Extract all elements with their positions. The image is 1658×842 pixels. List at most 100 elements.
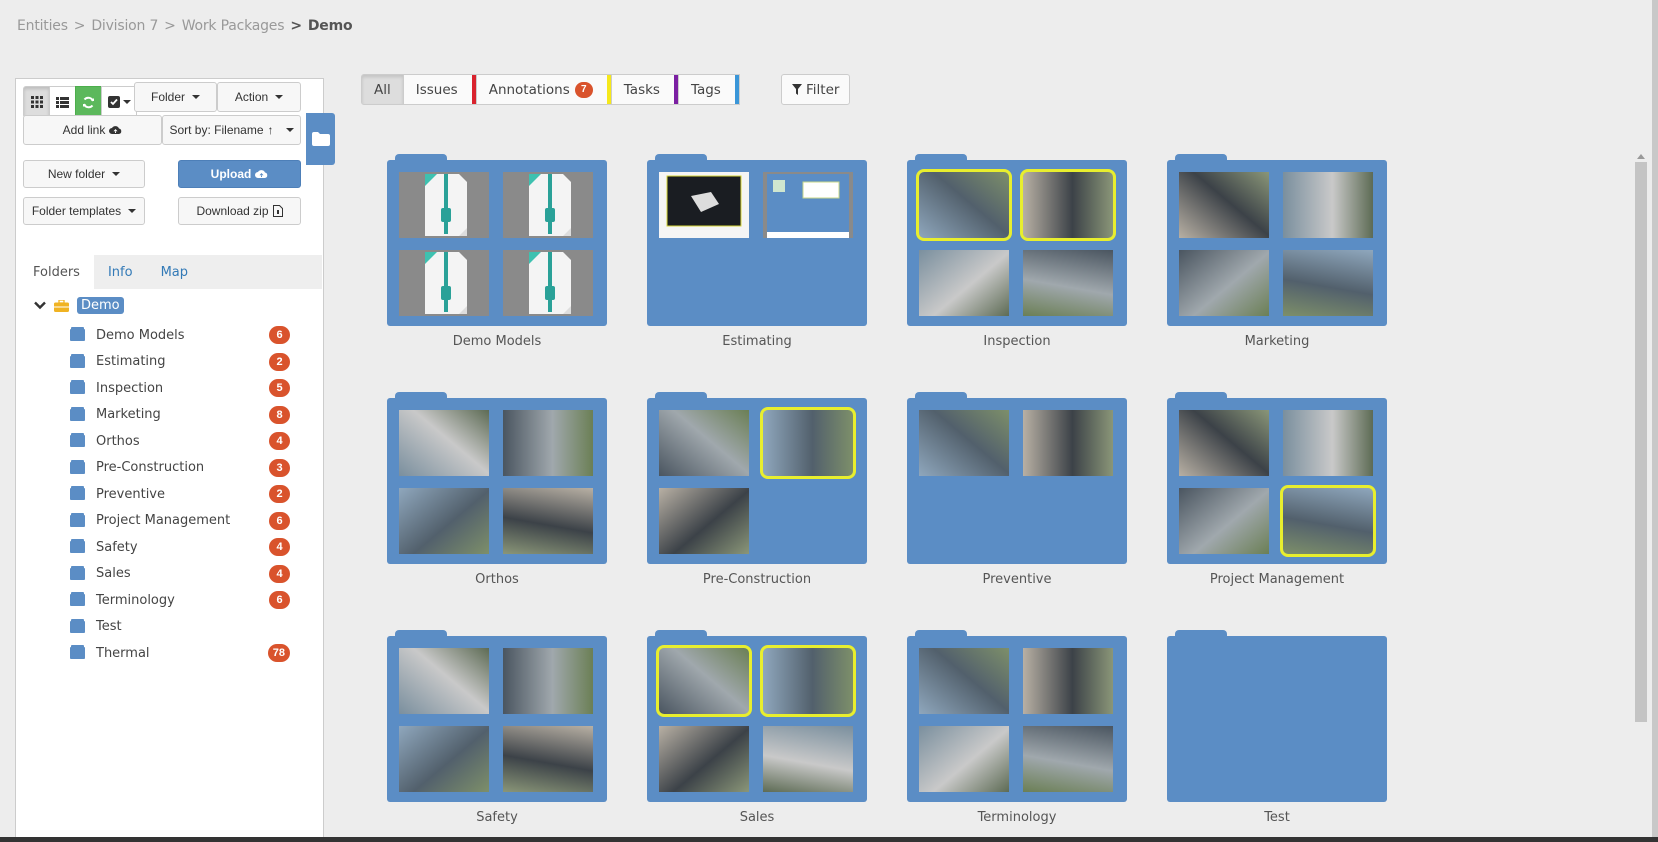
- file-thumbnail[interactable]: [916, 169, 1012, 241]
- tree-item[interactable]: Safety 4: [70, 535, 290, 559]
- file-thumbnail[interactable]: [399, 250, 489, 316]
- file-thumbnail[interactable]: [760, 645, 856, 717]
- file-thumbnail[interactable]: [503, 488, 593, 554]
- folder-card[interactable]: Demo Models: [387, 154, 607, 349]
- file-thumbnail[interactable]: [1280, 485, 1376, 557]
- folder-card[interactable]: Marketing: [1167, 154, 1387, 349]
- cloud-upload-icon: [109, 126, 122, 134]
- file-thumbnail[interactable]: [763, 726, 853, 792]
- tree-item[interactable]: Thermal 78: [70, 641, 290, 665]
- count-badge: 4: [269, 538, 290, 556]
- file-thumbnail[interactable]: [1179, 250, 1269, 316]
- folder-card[interactable]: Preventive: [907, 392, 1127, 587]
- file-thumbnail[interactable]: [399, 410, 489, 476]
- file-thumbnail[interactable]: [1283, 172, 1373, 238]
- action-dropdown-button[interactable]: Action: [217, 82, 301, 112]
- file-thumbnail[interactable]: [399, 488, 489, 554]
- file-thumbnail[interactable]: [1179, 172, 1269, 238]
- upload-button[interactable]: Upload: [178, 160, 301, 188]
- tree-item[interactable]: Pre-Construction 3: [70, 456, 290, 480]
- folder-dropdown-button[interactable]: Folder: [134, 82, 217, 112]
- scrollbar-thumb[interactable]: [1635, 162, 1647, 722]
- file-thumbnail[interactable]: [503, 410, 593, 476]
- breadcrumb-entities[interactable]: Entities: [17, 18, 68, 34]
- filter-tab-tags[interactable]: Tags: [677, 74, 740, 105]
- breadcrumb-work-packages[interactable]: Work Packages: [182, 18, 285, 34]
- folder-card[interactable]: Inspection: [907, 154, 1127, 349]
- folder-icon: [70, 539, 85, 553]
- file-thumbnail[interactable]: [1179, 410, 1269, 476]
- file-thumbnail[interactable]: [1023, 726, 1113, 792]
- folder-card[interactable]: Estimating: [647, 154, 867, 349]
- tree-root[interactable]: Demo: [34, 297, 124, 314]
- filter-button[interactable]: Filter: [781, 74, 851, 105]
- folder-card[interactable]: Safety: [387, 630, 607, 825]
- folder-card[interactable]: Terminology: [907, 630, 1127, 825]
- tree-item[interactable]: Inspection 5: [70, 376, 290, 400]
- file-thumbnail[interactable]: [659, 726, 749, 792]
- tree-item[interactable]: Demo Models 6: [70, 323, 290, 347]
- grid-view-button[interactable]: [23, 86, 50, 118]
- file-thumbnail[interactable]: [503, 250, 593, 316]
- tab-folders[interactable]: Folders: [19, 255, 94, 289]
- file-thumbnail[interactable]: [763, 172, 853, 238]
- file-thumbnail[interactable]: [760, 407, 856, 479]
- file-thumbnail[interactable]: [659, 488, 749, 554]
- folder-card[interactable]: Test: [1167, 630, 1387, 825]
- file-thumbnail[interactable]: [659, 410, 749, 476]
- tree-item[interactable]: Terminology 6: [70, 588, 290, 612]
- add-link-button[interactable]: Add link: [23, 115, 162, 145]
- folder-card[interactable]: Sales: [647, 630, 867, 825]
- file-thumbnail[interactable]: [503, 726, 593, 792]
- file-thumbnail[interactable]: [919, 648, 1009, 714]
- folder-card[interactable]: Orthos: [387, 392, 607, 587]
- filter-tab-issues[interactable]: Issues: [402, 74, 477, 105]
- new-folder-button[interactable]: New folder: [23, 160, 145, 188]
- sort-dropdown-button[interactable]: Sort by: Filename ↑: [162, 115, 301, 145]
- filter-tab-tasks[interactable]: Tasks: [610, 74, 679, 105]
- file-thumbnail[interactable]: [1023, 648, 1113, 714]
- main-scrollbar[interactable]: [1634, 150, 1648, 842]
- tree-item[interactable]: Estimating 2: [70, 350, 290, 374]
- folder-card[interactable]: Project Management: [1167, 392, 1387, 587]
- tree-item[interactable]: Marketing 8: [70, 403, 290, 427]
- tree-item[interactable]: Preventive 2: [70, 482, 290, 506]
- folder-templates-button[interactable]: Folder templates: [23, 197, 145, 225]
- folder-card[interactable]: Pre-Construction: [647, 392, 867, 587]
- tree-item[interactable]: Test: [70, 615, 290, 639]
- file-thumbnail[interactable]: [1283, 410, 1373, 476]
- chevron-down-icon[interactable]: [34, 301, 46, 310]
- file-thumbnail[interactable]: [919, 410, 1009, 476]
- download-zip-button[interactable]: Download zip: [178, 197, 301, 225]
- folder-thumbnail: [647, 392, 867, 564]
- file-thumbnail[interactable]: [503, 648, 593, 714]
- filter-tab-annotations[interactable]: Annotations 7: [475, 74, 612, 105]
- select-dropdown-button[interactable]: [101, 86, 137, 118]
- scroll-up-icon[interactable]: [1637, 154, 1645, 159]
- file-thumbnail[interactable]: [503, 172, 593, 238]
- list-view-button[interactable]: [49, 86, 76, 118]
- tree-item[interactable]: Orthos 4: [70, 429, 290, 453]
- file-thumbnail[interactable]: [399, 726, 489, 792]
- file-thumbnail[interactable]: [1283, 250, 1373, 316]
- file-thumbnail[interactable]: [659, 172, 749, 238]
- file-thumbnail[interactable]: [399, 648, 489, 714]
- file-thumbnail[interactable]: [919, 726, 1009, 792]
- breadcrumb-division[interactable]: Division 7: [91, 18, 158, 34]
- file-thumbnail[interactable]: [919, 250, 1009, 316]
- tree-item[interactable]: Sales 4: [70, 562, 290, 586]
- file-thumbnail[interactable]: [656, 645, 752, 717]
- sidebar-toggle-button[interactable]: [306, 113, 335, 165]
- breadcrumb-separator: >: [73, 18, 86, 34]
- refresh-button[interactable]: [75, 86, 102, 118]
- filter-tab-all[interactable]: All: [361, 74, 404, 105]
- count-badge: 2: [269, 485, 290, 503]
- file-thumbnail[interactable]: [1023, 410, 1113, 476]
- file-thumbnail[interactable]: [399, 172, 489, 238]
- tab-map[interactable]: Map: [147, 255, 202, 289]
- file-thumbnail[interactable]: [1179, 488, 1269, 554]
- file-thumbnail[interactable]: [1023, 250, 1113, 316]
- tree-item[interactable]: Project Management 6: [70, 509, 290, 533]
- file-thumbnail[interactable]: [1020, 169, 1116, 241]
- tab-info[interactable]: Info: [94, 255, 147, 289]
